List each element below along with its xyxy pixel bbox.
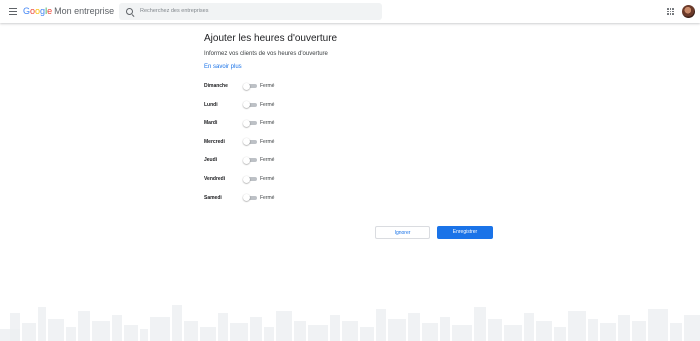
day-status: Fermé — [260, 101, 275, 108]
day-row: Samedi Fermé — [204, 194, 324, 204]
skyline-building — [376, 309, 386, 341]
ignore-button[interactable]: Ignorer — [375, 226, 430, 239]
toggle-knob — [243, 138, 250, 146]
page-title: Ajouter les heures d'ouverture — [204, 33, 338, 44]
search-bar[interactable]: Recherchez des entreprises — [119, 3, 382, 20]
skyline-building — [150, 317, 170, 341]
day-name: Dimanche — [204, 83, 228, 89]
skyline-building — [308, 325, 328, 341]
skyline-building — [670, 323, 682, 341]
skyline-building — [184, 321, 198, 341]
skyline-building — [632, 321, 646, 341]
day-name: Jeudi — [204, 157, 218, 164]
skyline-building — [264, 327, 274, 341]
product-name: Mon entreprise — [54, 6, 115, 16]
toggle-knob — [243, 175, 250, 183]
skyline-building — [38, 307, 46, 341]
day-status: Fermé — [260, 194, 275, 201]
day-open-toggle[interactable] — [243, 194, 258, 202]
page-subtitle: Informez vos clients de vos heures d'ouv… — [204, 51, 328, 57]
skyline-building — [648, 309, 668, 341]
skyline-building — [524, 313, 534, 341]
skyline-building — [218, 313, 228, 341]
skyline-building — [92, 321, 110, 341]
day-open-toggle[interactable] — [243, 138, 258, 146]
skyline-building — [22, 323, 36, 341]
skyline-building — [112, 315, 122, 341]
toggle-knob — [243, 119, 250, 127]
day-status: Fermé — [260, 157, 275, 164]
search-icon — [126, 8, 133, 15]
skyline-building — [588, 319, 598, 341]
skyline-building — [536, 321, 552, 341]
skyline-building — [330, 315, 340, 341]
skyline-building — [10, 313, 20, 341]
day-row: Dimanche Fermé — [204, 82, 324, 92]
day-open-toggle[interactable] — [243, 156, 258, 164]
day-row: Mardi Fermé — [204, 119, 324, 129]
toggle-knob — [243, 194, 250, 202]
skyline-building — [408, 313, 420, 341]
city-skyline-illustration — [0, 305, 700, 341]
skyline-building — [554, 327, 566, 341]
day-name: Vendredi — [204, 176, 226, 182]
day-name: Lundi — [204, 101, 218, 108]
skyline-building — [422, 323, 438, 341]
skyline-building — [474, 307, 486, 341]
skyline-building — [600, 323, 616, 341]
day-row: Jeudi Fermé — [204, 156, 324, 166]
toggle-knob — [243, 156, 250, 164]
skyline-building — [276, 311, 292, 341]
skyline-building — [342, 321, 358, 341]
day-name: Mercredi — [204, 138, 225, 145]
skyline-building — [250, 317, 262, 341]
skyline-building — [172, 305, 182, 341]
day-row: Lundi Fermé — [204, 101, 324, 111]
top-app-bar: Google Mon entreprise Recherchez des entr… — [0, 0, 700, 23]
day-status: Fermé — [260, 176, 275, 182]
day-open-toggle[interactable] — [243, 82, 258, 90]
day-open-toggle[interactable] — [243, 119, 258, 127]
toggle-knob — [243, 101, 250, 109]
skyline-building — [568, 311, 586, 341]
skyline-building — [78, 311, 90, 341]
skyline-building — [360, 327, 374, 341]
day-name: Samedi — [204, 194, 222, 201]
day-status: Fermé — [260, 120, 275, 127]
day-status: Fermé — [260, 138, 275, 145]
save-button[interactable]: Enregistrer — [437, 226, 493, 239]
day-name: Mardi — [204, 120, 218, 127]
skyline-building — [388, 319, 406, 341]
day-status: Fermé — [260, 83, 275, 89]
skyline-building — [140, 329, 148, 341]
skyline-building — [504, 325, 522, 341]
day-row: Vendredi Fermé — [204, 175, 324, 185]
skyline-building — [48, 319, 64, 341]
search-placeholder[interactable]: Recherchez des entreprises — [140, 8, 208, 14]
app-logo[interactable]: Google Mon entreprise — [23, 6, 114, 17]
google-logo-text: Google — [23, 6, 53, 16]
apps-grid-icon[interactable] — [667, 8, 674, 15]
skyline-building — [124, 325, 138, 341]
day-open-toggle[interactable] — [243, 101, 258, 109]
avatar[interactable] — [682, 5, 695, 18]
skyline-building — [200, 327, 216, 341]
skyline-building — [452, 325, 472, 341]
menu-icon[interactable] — [9, 8, 17, 15]
skyline-building — [488, 319, 502, 341]
day-open-toggle[interactable] — [243, 175, 258, 183]
skyline-building — [66, 327, 76, 341]
skyline-building — [440, 317, 450, 341]
skyline-building — [618, 315, 630, 341]
skyline-building — [294, 321, 306, 341]
toggle-knob — [243, 82, 250, 90]
learn-more-link[interactable]: En savoir plus — [204, 64, 242, 70]
day-row: Mercredi Fermé — [204, 138, 324, 148]
skyline-building — [684, 315, 700, 341]
skyline-building — [230, 323, 248, 341]
